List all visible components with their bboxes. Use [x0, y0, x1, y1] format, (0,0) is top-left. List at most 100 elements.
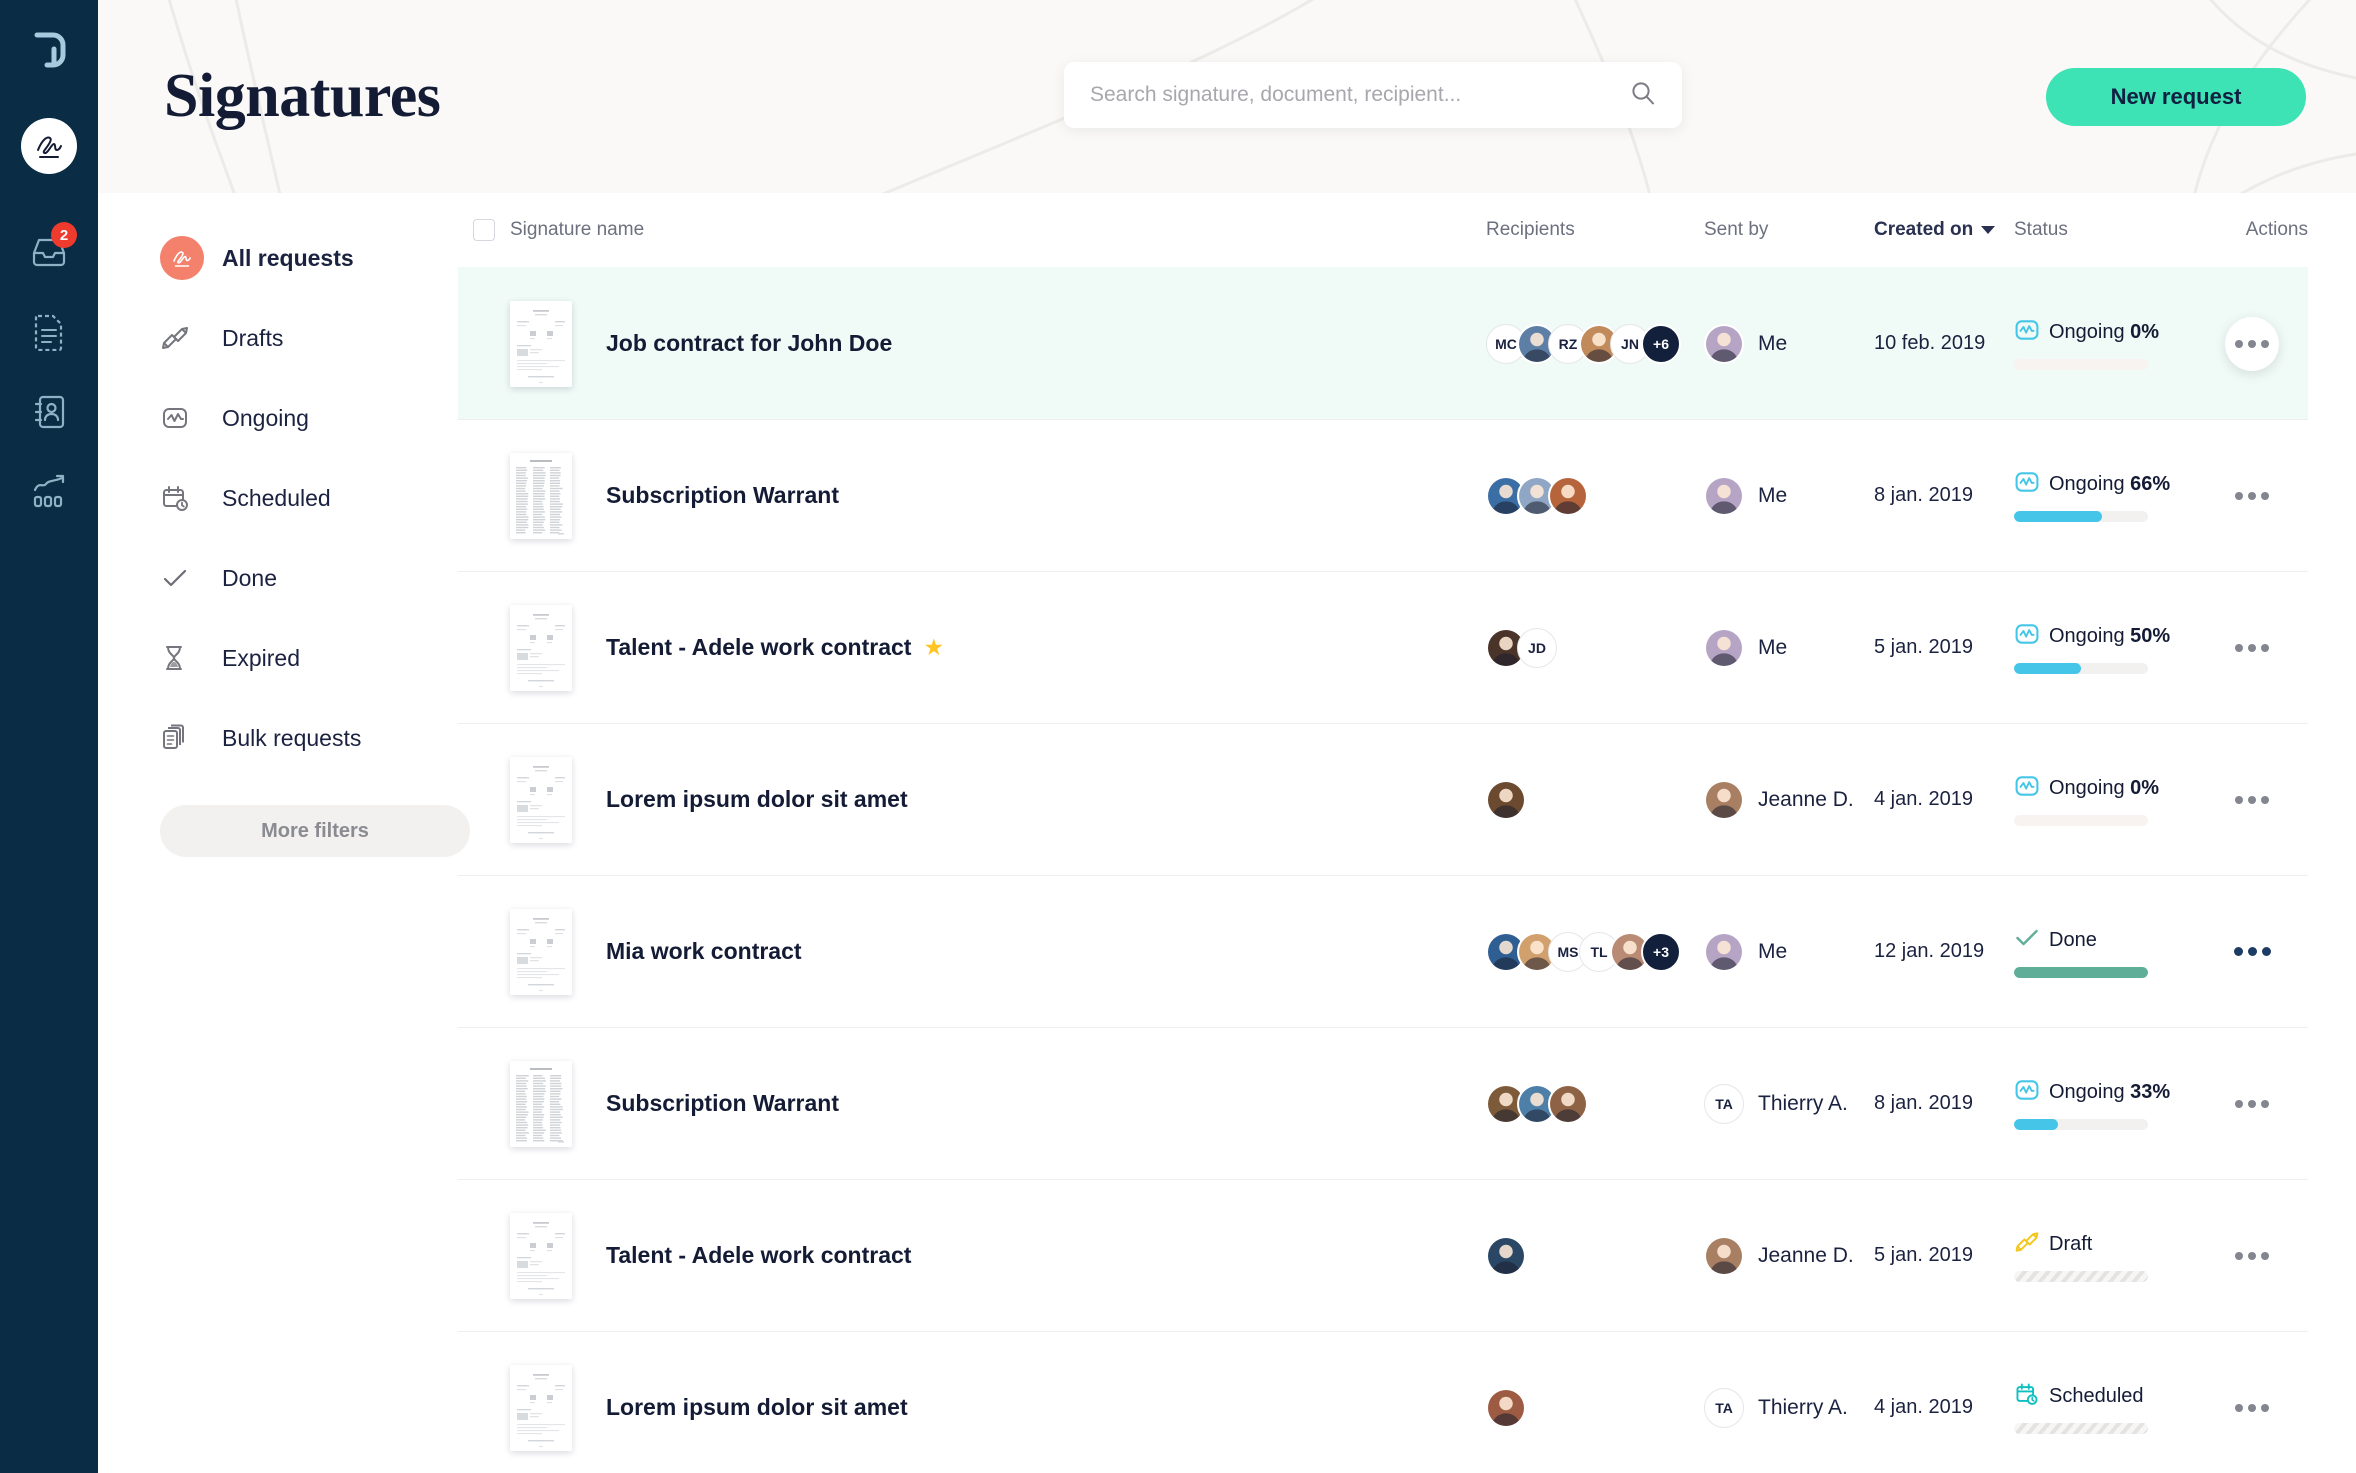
- more-options-icon[interactable]: [2225, 1229, 2279, 1283]
- more-filters-button[interactable]: More filters: [160, 805, 470, 857]
- more-options-icon[interactable]: [2225, 621, 2279, 675]
- recipient-avatar[interactable]: [1486, 780, 1526, 820]
- more-options-icon[interactable]: [2225, 925, 2279, 979]
- table-row[interactable]: Subscription Warrant TA Thierry A. 8 jan.…: [458, 1027, 2308, 1179]
- signature-name-label: Lorem ipsum dolor sit amet: [606, 1394, 908, 1421]
- user-signature-avatar[interactable]: [21, 118, 77, 174]
- left-rail: 2: [0, 0, 98, 1473]
- document-thumbnail[interactable]: [510, 1213, 572, 1299]
- recipient-avatar[interactable]: [1548, 1084, 1588, 1124]
- status-progress-bar: [2014, 1423, 2148, 1434]
- search-bar[interactable]: [1064, 62, 1682, 128]
- actions-cell: [2196, 621, 2308, 675]
- sidebar-item-drafts[interactable]: Drafts: [160, 311, 458, 365]
- sidebar-item-inbox[interactable]: 2: [17, 220, 81, 284]
- column-header-status[interactable]: Status: [2014, 219, 2196, 241]
- table-row[interactable]: Subscription Warrant Me 8 jan. 2019 Ongo…: [458, 419, 2308, 571]
- recipient-avatar[interactable]: JD: [1517, 628, 1557, 668]
- status-label: Done: [2049, 929, 2097, 952]
- signature-name-cell[interactable]: Lorem ipsum dolor sit amet: [510, 1365, 1486, 1451]
- recipient-avatar-overflow[interactable]: +3: [1641, 932, 1681, 972]
- actions-cell: [2196, 469, 2308, 523]
- signature-name-cell[interactable]: Subscription Warrant: [510, 453, 1486, 539]
- signature-name-label: Mia work contract: [606, 938, 802, 965]
- status-progress-bar: [2014, 511, 2148, 522]
- signature-name-cell[interactable]: Talent - Adele work contract: [510, 1213, 1486, 1299]
- recipient-avatar[interactable]: [1548, 476, 1588, 516]
- recipients-cell: [1486, 1388, 1704, 1428]
- document-thumbnail[interactable]: [510, 1061, 572, 1147]
- status-badge: Ongoing 50%: [2014, 621, 2196, 652]
- sent-by-cell: Me: [1704, 324, 1874, 364]
- actions-cell: [2196, 1381, 2308, 1435]
- signature-name-label: Talent - Adele work contract: [606, 634, 911, 661]
- document-thumbnail[interactable]: [510, 909, 572, 995]
- table-row[interactable]: Mia work contract MS TL +3 Me 12 jan. 201…: [458, 875, 2308, 1027]
- star-icon[interactable]: ★: [923, 636, 944, 659]
- status-icon: [2014, 469, 2040, 500]
- column-header-recipients[interactable]: Recipients: [1486, 219, 1704, 241]
- table-row[interactable]: Lorem ipsum dolor sit amet TA Thierry A. …: [458, 1331, 2308, 1473]
- recipient-avatar[interactable]: [1486, 1236, 1526, 1276]
- signature-name-cell[interactable]: Talent - Adele work contract ★: [510, 605, 1486, 691]
- actions-cell: [2196, 925, 2308, 979]
- more-options-icon[interactable]: [2225, 1381, 2279, 1435]
- recipient-avatar-overflow[interactable]: +6: [1641, 324, 1681, 364]
- pulse-square-icon: [2014, 469, 2040, 495]
- search-input[interactable]: [1090, 83, 1630, 107]
- signature-name-cell[interactable]: Mia work contract: [510, 909, 1486, 995]
- more-options-icon[interactable]: [2225, 1077, 2279, 1131]
- sender-name-label: Thierry A.: [1758, 1396, 1848, 1420]
- sidebar-item-done[interactable]: Done: [160, 551, 458, 605]
- document-thumbnail[interactable]: [510, 757, 572, 843]
- filter-sidebar: All requests Drafts Ongoing Scheduled Do…: [98, 193, 458, 1473]
- inbox-badge: 2: [51, 222, 77, 248]
- caret-down-icon[interactable]: [1981, 226, 1995, 234]
- sender-name-label: Me: [1758, 332, 1787, 356]
- content-body: All requests Drafts Ongoing Scheduled Do…: [98, 193, 2356, 1473]
- document-thumbnail[interactable]: [510, 605, 572, 691]
- new-request-button[interactable]: New request: [2046, 68, 2306, 126]
- signature-name-cell[interactable]: Lorem ipsum dolor sit amet: [510, 757, 1486, 843]
- table-row[interactable]: Talent - Adele work contract ★ JD Me 5 j…: [458, 571, 2308, 723]
- pulse-square-icon: [2014, 317, 2040, 343]
- sidebar-item-scheduled[interactable]: Scheduled: [160, 471, 458, 525]
- status-icon: [2014, 621, 2040, 652]
- sidebar-item-templates[interactable]: [17, 300, 81, 364]
- more-options-icon[interactable]: [2225, 773, 2279, 827]
- search-icon[interactable]: [1630, 80, 1656, 111]
- select-all-checkbox[interactable]: [473, 219, 495, 241]
- signature-name-cell[interactable]: Subscription Warrant: [510, 1061, 1486, 1147]
- status-cell: Ongoing 50%: [2014, 621, 2196, 674]
- yousign-logo-icon[interactable]: [23, 22, 75, 80]
- contacts-icon: [31, 393, 67, 431]
- table-row[interactable]: Lorem ipsum dolor sit amet Jeanne D. 4 j…: [458, 723, 2308, 875]
- column-header-sent-by[interactable]: Sent by: [1704, 219, 1874, 241]
- actions-cell: [2196, 1077, 2308, 1131]
- sidebar-item-expired[interactable]: Expired: [160, 631, 458, 685]
- status-progress-bar: [2014, 359, 2148, 370]
- column-header-created-on[interactable]: Created on: [1874, 219, 2014, 241]
- document-thumbnail[interactable]: [510, 453, 572, 539]
- table-row[interactable]: Job contract for John Doe MC RZ JN +6 Me …: [458, 267, 2308, 419]
- recipient-avatar[interactable]: [1486, 1388, 1526, 1428]
- sidebar-item-ongoing[interactable]: Ongoing: [160, 391, 458, 445]
- status-icon: [2014, 1077, 2040, 1108]
- signature-avatar-icon: [160, 236, 208, 280]
- recipients-cell: [1486, 1236, 1704, 1276]
- document-thumbnail[interactable]: [510, 301, 572, 387]
- sidebar-item-contacts[interactable]: [17, 380, 81, 444]
- table-body: Job contract for John Doe MC RZ JN +6 Me …: [458, 267, 2308, 1473]
- sidebar-item-analytics[interactable]: [17, 460, 81, 524]
- column-header-name[interactable]: Signature name: [510, 219, 1486, 241]
- recipient-avatar-group: JD: [1486, 628, 1557, 668]
- sidebar-item-all-requests[interactable]: All requests: [160, 231, 458, 285]
- document-thumbnail[interactable]: [510, 1365, 572, 1451]
- table-row[interactable]: Talent - Adele work contract Jeanne D. 5…: [458, 1179, 2308, 1331]
- more-options-icon[interactable]: [2225, 469, 2279, 523]
- sidebar-item-bulk-requests[interactable]: Bulk requests: [160, 711, 458, 765]
- select-all-cell: [458, 219, 510, 241]
- more-options-icon[interactable]: [2225, 317, 2279, 371]
- signature-name-cell[interactable]: Job contract for John Doe: [510, 301, 1486, 387]
- pen-draft-icon: [2014, 1229, 2040, 1255]
